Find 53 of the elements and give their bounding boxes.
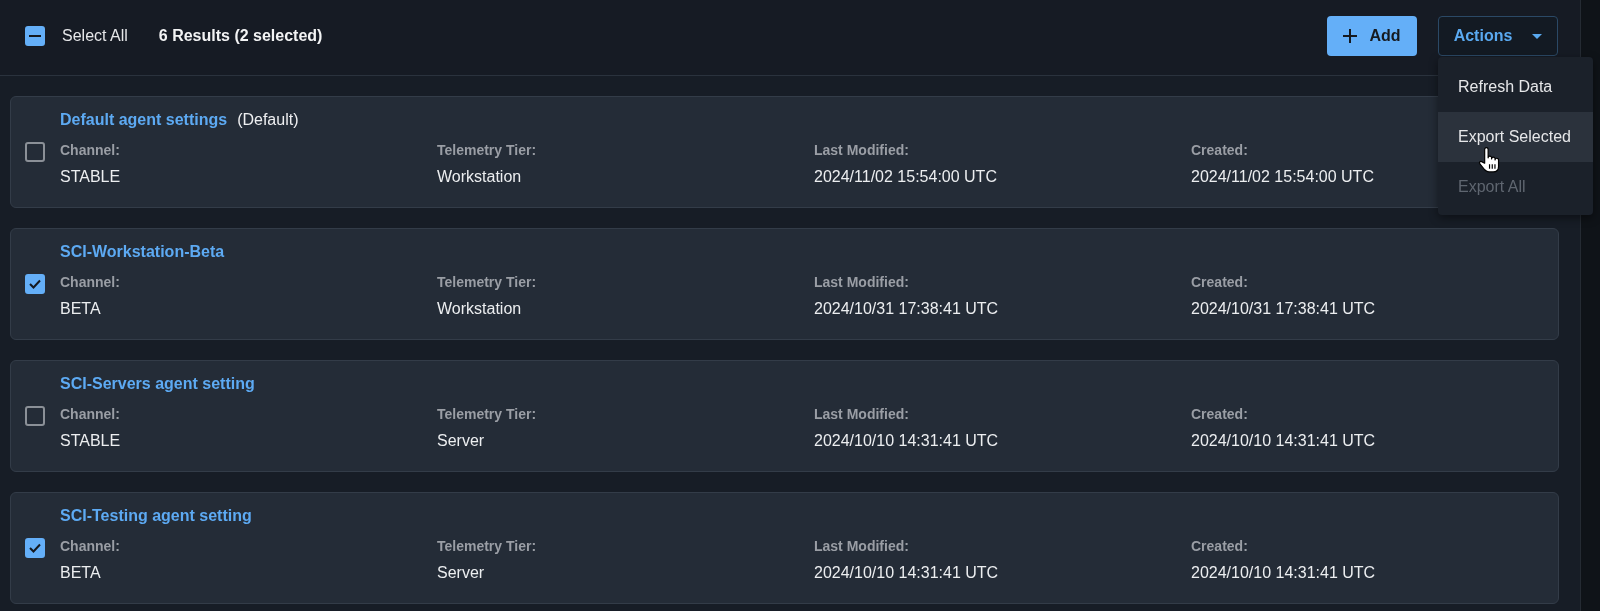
- field-label: Channel:: [60, 405, 120, 423]
- field-value: 2024/10/10 14:31:41 UTC: [814, 563, 999, 583]
- settings-title-link[interactable]: Default agent settings: [60, 111, 228, 129]
- field-value: 2024/10/10 14:31:41 UTC: [1191, 431, 1376, 451]
- field-value: 2024/10/10 14:31:41 UTC: [814, 431, 999, 451]
- add-button[interactable]: Add: [1327, 16, 1417, 56]
- field-value: 2024/11/02 15:54:00 UTC: [1191, 167, 1374, 187]
- field-value: STABLE: [60, 167, 121, 187]
- field-value: 2024/10/31 17:38:41 UTC: [1191, 299, 1376, 319]
- settings-title-link[interactable]: SCI-Testing agent setting: [60, 507, 252, 525]
- field-label: Created:: [1191, 141, 1248, 159]
- row-checkbox[interactable]: [25, 406, 45, 426]
- field-label: Channel:: [60, 141, 120, 159]
- caret-icon: [1532, 33, 1543, 39]
- field-label: Last Modified:: [814, 141, 909, 159]
- field-label: Telemetry Tier:: [437, 405, 537, 423]
- default-label: (Default): [237, 111, 299, 129]
- select-all-checkbox[interactable]: [25, 26, 45, 46]
- result-count: 6 Results (2 selected): [158, 27, 323, 45]
- field-label: Channel:: [60, 537, 120, 555]
- settings-title-link[interactable]: SCI-Servers agent setting: [60, 375, 255, 393]
- checkmark-icon: [29, 543, 41, 553]
- field-value: Workstation: [437, 167, 522, 187]
- settings-title-link[interactable]: SCI-Workstation-Beta: [60, 243, 225, 261]
- field-label: Telemetry Tier:: [437, 273, 537, 291]
- field-value: BETA: [60, 563, 101, 583]
- menu-item[interactable]: Refresh Data: [1438, 62, 1593, 112]
- field-label: Last Modified:: [814, 537, 909, 555]
- row-checkbox[interactable]: [25, 274, 45, 294]
- field-value: 2024/10/10 14:31:41 UTC: [1191, 563, 1376, 583]
- field-label: Channel:: [60, 273, 120, 291]
- field-value: STABLE: [60, 431, 121, 451]
- row-checkbox[interactable]: [25, 538, 45, 558]
- field-value: Workstation: [437, 299, 522, 319]
- field-label: Last Modified:: [814, 273, 909, 291]
- row-checkbox[interactable]: [25, 142, 45, 162]
- field-value: Server: [437, 563, 485, 583]
- field-label: Last Modified:: [814, 405, 909, 423]
- field-value: BETA: [60, 299, 101, 319]
- field-label: Telemetry Tier:: [437, 141, 537, 159]
- field-label: Telemetry Tier:: [437, 537, 537, 555]
- field-label: Created:: [1191, 537, 1248, 555]
- dash-icon: [29, 35, 41, 37]
- field-label: Created:: [1191, 273, 1248, 291]
- actions-button[interactable]: Actions: [1438, 16, 1558, 56]
- field-label: Created:: [1191, 405, 1248, 423]
- field-value: 2024/10/31 17:38:41 UTC: [814, 299, 999, 319]
- select-all-label[interactable]: Select All: [62, 27, 128, 45]
- plus-icon: [1343, 29, 1358, 43]
- hand-cursor-icon: [1478, 147, 1500, 173]
- field-value: Server: [437, 431, 485, 451]
- field-value: 2024/11/02 15:54:00 UTC: [814, 167, 997, 187]
- checkmark-icon: [29, 279, 41, 289]
